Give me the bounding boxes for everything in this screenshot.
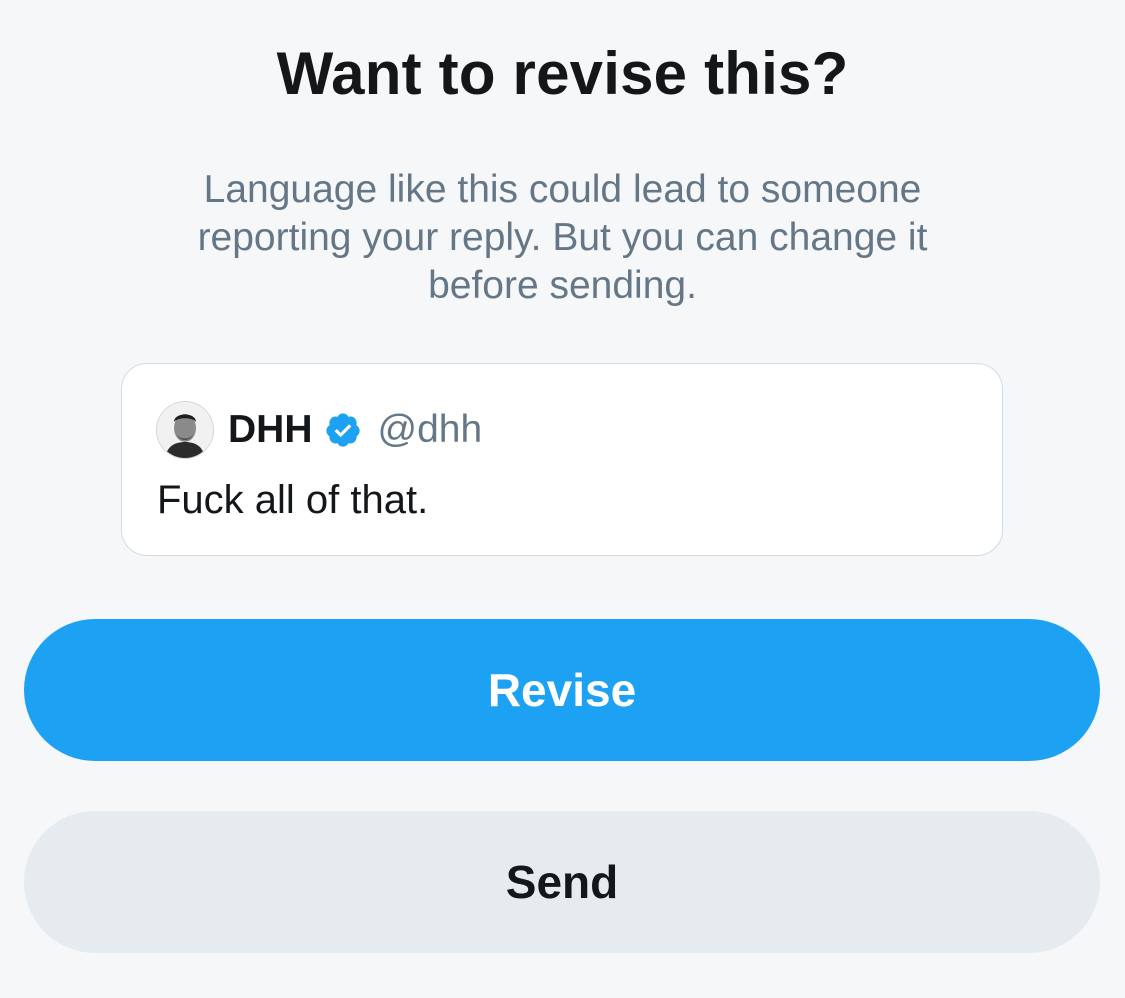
send-button[interactable]: Send <box>24 811 1100 953</box>
reply-text: Fuck all of that. <box>157 478 429 522</box>
avatar <box>156 401 214 459</box>
author-display-name: DHH <box>228 408 313 451</box>
author-handle: @dhh <box>377 408 483 451</box>
verified-badge-icon <box>324 411 362 449</box>
profile-photo-icon <box>157 402 213 458</box>
reply-preview-card: DHH @dhh Fuck all of that. <box>121 363 1003 556</box>
revise-button[interactable]: Revise <box>24 619 1100 761</box>
reply-author-row: DHH @dhh <box>156 400 482 460</box>
dialog-message: Language like this could lead to someone… <box>197 168 928 307</box>
revise-reply-dialog: Want to revise this? Language like this … <box>0 0 1125 998</box>
dialog-title: Want to revise this? <box>276 40 849 107</box>
